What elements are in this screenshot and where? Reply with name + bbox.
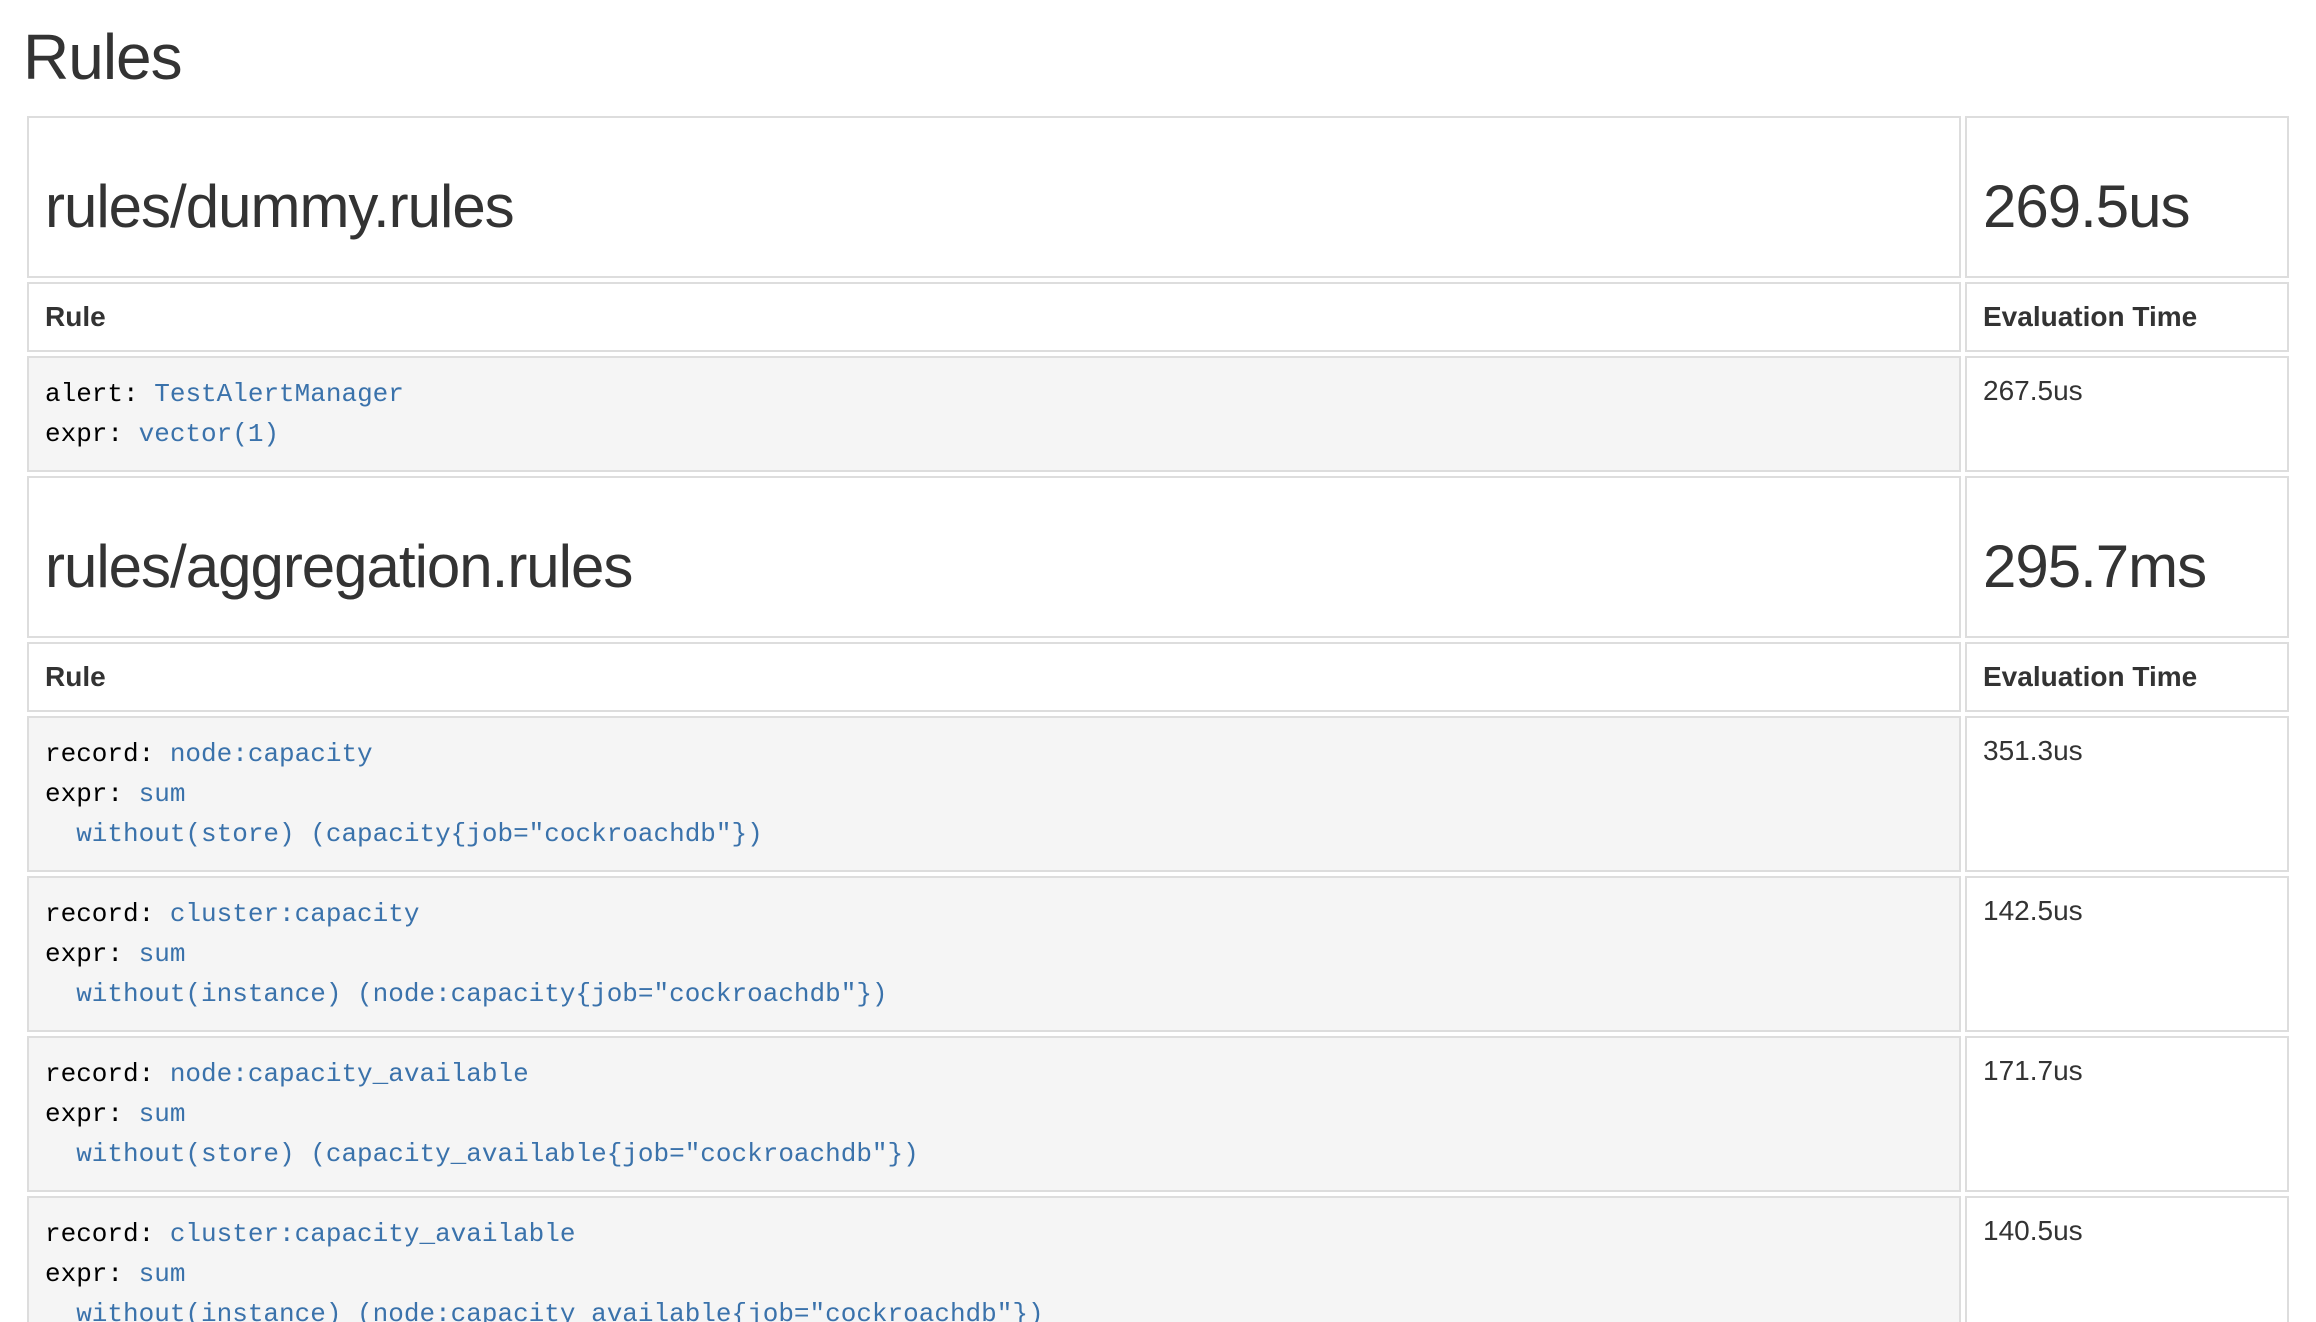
rule-row: record: node:capacity_available expr: su… [27,1036,2289,1192]
rule-expr-link[interactable]: sum without(store) (capacity_available{j… [45,1099,919,1169]
rule-group-evaluation-time-cell: 269.5us [1965,116,2289,278]
rule-group-row: rules/dummy.rules 269.5us [27,116,2289,278]
rule-group-row: rules/aggregation.rules 295.7ms [27,476,2289,638]
page-title: Rules [23,22,2293,92]
rule-column-header: Rule [27,282,1961,352]
rule-name-link[interactable]: TestAlertManager [154,379,404,409]
column-header-row: RuleEvaluation Time [27,642,2289,712]
rule-group-name: rules/aggregation.rules [45,534,1943,600]
rule-group-name: rules/dummy.rules [45,174,1943,240]
rule-field-label: record: [45,899,154,929]
evaluation-time-cell: 142.5us [1965,876,2289,1032]
column-header-row: RuleEvaluation Time [27,282,2289,352]
rule-code: record: cluster:capacity_available expr:… [45,1214,1943,1322]
rule-field-label: expr: [45,779,123,809]
rule-cell: record: cluster:capacity_available expr:… [27,1196,1961,1322]
evaluation-time-column-header: Evaluation Time [1965,282,2289,352]
rules-table: rules/dummy.rules269.5usRuleEvaluation T… [23,112,2293,1322]
rule-field-label: expr: [45,1099,123,1129]
rule-code: record: node:capacity_available expr: su… [45,1054,1943,1174]
rule-code: alert: TestAlertManager expr: vector(1) [45,374,1943,454]
rule-row: record: cluster:capacity expr: sum witho… [27,876,2289,1032]
rule-cell: record: node:capacity_available expr: su… [27,1036,1961,1192]
rule-code: record: node:capacity expr: sum without(… [45,734,1943,854]
rule-name-link[interactable]: node:capacity_available [170,1059,529,1089]
rule-name-link[interactable]: cluster:capacity [170,899,420,929]
rule-row: record: node:capacity expr: sum without(… [27,716,2289,872]
evaluation-time-cell: 140.5us [1965,1196,2289,1322]
rule-expr-link[interactable]: sum without(store) (capacity{job="cockro… [45,779,763,849]
rules-table-body: rules/dummy.rules269.5usRuleEvaluation T… [27,116,2289,1322]
rule-expr-link[interactable]: vector(1) [139,419,279,449]
rule-cell: record: node:capacity expr: sum without(… [27,716,1961,872]
rule-group-evaluation-time-cell: 295.7ms [1965,476,2289,638]
rule-group-name-cell: rules/dummy.rules [27,116,1961,278]
rule-field-label: alert: [45,379,139,409]
rule-field-label: record: [45,739,154,769]
rule-field-label: record: [45,1219,154,1249]
evaluation-time-column-header: Evaluation Time [1965,642,2289,712]
rule-field-label: record: [45,1059,154,1089]
rule-group-evaluation-time: 295.7ms [1983,534,2271,600]
rule-name-link[interactable]: node:capacity [170,739,373,769]
evaluation-time-cell: 351.3us [1965,716,2289,872]
rule-expr-link[interactable]: sum without(instance) (node:capacity_ava… [45,1259,1044,1322]
rule-row: alert: TestAlertManager expr: vector(1) 2… [27,356,2289,472]
rule-code: record: cluster:capacity expr: sum witho… [45,894,1943,1014]
rule-cell: record: cluster:capacity expr: sum witho… [27,876,1961,1032]
evaluation-time-cell: 171.7us [1965,1036,2289,1192]
evaluation-time-cell: 267.5us [1965,356,2289,472]
rule-column-header: Rule [27,642,1961,712]
rule-row: record: cluster:capacity_available expr:… [27,1196,2289,1322]
rule-field-label: expr: [45,939,123,969]
rule-cell: alert: TestAlertManager expr: vector(1) [27,356,1961,472]
rule-group-name-cell: rules/aggregation.rules [27,476,1961,638]
rule-name-link[interactable]: cluster:capacity_available [170,1219,576,1249]
rule-expr-link[interactable]: sum without(instance) (node:capacity{job… [45,939,888,1009]
rule-field-label: expr: [45,1259,123,1289]
rule-group-evaluation-time: 269.5us [1983,174,2271,240]
rule-field-label: expr: [45,419,123,449]
